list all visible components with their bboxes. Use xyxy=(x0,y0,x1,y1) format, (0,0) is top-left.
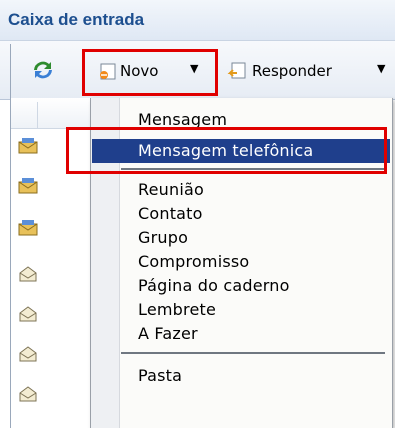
open-envelope-icon xyxy=(19,306,37,322)
refresh-icon xyxy=(34,61,52,79)
message-row[interactable] xyxy=(11,296,91,332)
open-envelope-icon xyxy=(19,386,37,402)
menu-item-group[interactable]: Grupo xyxy=(92,226,390,250)
reply-button[interactable]: Responder ▼ xyxy=(226,55,395,87)
menu-item-reminder[interactable]: Lembrete xyxy=(92,298,390,322)
menu-item-folder[interactable]: Pasta xyxy=(92,364,390,388)
menu-item-appointment[interactable]: Compromisso xyxy=(92,250,390,274)
reply-icon xyxy=(227,62,246,79)
menu-item-contact[interactable]: Contato xyxy=(92,202,390,226)
closed-envelope-icon xyxy=(18,138,38,154)
menu-item-meeting[interactable]: Reunião xyxy=(92,178,390,202)
menu-item-todo[interactable]: A Fazer xyxy=(92,322,390,346)
reply-button-label: Responder xyxy=(252,62,332,80)
column-divider xyxy=(37,102,38,128)
message-row[interactable] xyxy=(11,210,91,246)
message-row[interactable] xyxy=(11,256,91,292)
folder-title: Caixa de entrada xyxy=(8,10,145,29)
highlight-phone-message xyxy=(66,127,387,174)
chevron-down-icon: ▼ xyxy=(377,62,386,75)
list-header xyxy=(11,98,91,129)
open-envelope-icon xyxy=(19,266,37,282)
open-envelope-icon xyxy=(19,346,37,362)
message-row[interactable] xyxy=(11,376,91,412)
closed-envelope-icon xyxy=(18,220,38,236)
title-bar: Caixa de entrada xyxy=(0,0,395,40)
highlight-new-button xyxy=(82,49,218,96)
message-row[interactable] xyxy=(11,336,91,372)
refresh-button[interactable] xyxy=(26,54,60,86)
menu-item-notebook-page[interactable]: Página do caderno xyxy=(92,274,390,298)
closed-envelope-icon xyxy=(18,178,38,194)
menu-separator xyxy=(121,352,385,354)
